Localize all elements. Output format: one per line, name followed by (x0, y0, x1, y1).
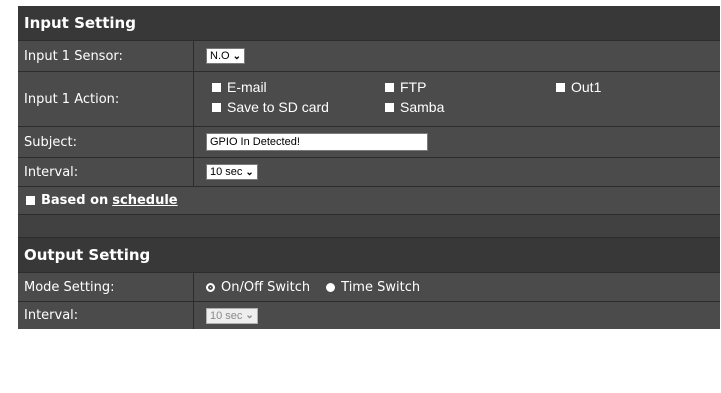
subject-label: Subject: (18, 127, 194, 157)
save-to-sd-card-checkbox[interactable]: Save to SD card (212, 99, 329, 115)
email-checkbox-label: E-mail (227, 79, 267, 95)
output-interval-select-value: 10 sec (210, 309, 243, 322)
output-interval-select[interactable]: 10 sec ⌄ (206, 307, 258, 324)
input-interval-value-cell: 10 sec ⌄ (194, 158, 720, 186)
input-action-label: Input 1 Action: (18, 72, 194, 126)
chevron-down-icon: ⌄ (232, 50, 241, 62)
checkbox-icon[interactable] (556, 82, 565, 92)
output-interval-label: Interval: (18, 302, 194, 329)
checkbox-icon[interactable] (385, 82, 394, 92)
save-to-sd-card-checkbox-label: Save to SD card (227, 99, 329, 115)
subject-row: Subject: GPIO In Detected! (18, 126, 720, 157)
radio-icon[interactable] (206, 282, 215, 292)
schedule-row: Based on schedule (18, 186, 720, 214)
input-interval-select[interactable]: 10 sec ⌄ (206, 164, 258, 180)
subject-input[interactable]: GPIO In Detected! (206, 133, 428, 151)
input-sensor-row: Input 1 Sensor: N.O ⌄ (18, 40, 720, 71)
input-action-checkbox-group: E-mail FTP Out1 Save to SD card Samba (194, 72, 720, 126)
checkbox-icon[interactable] (26, 196, 35, 205)
input-setting-header: Input Setting (18, 6, 720, 40)
on-off-switch-label: On/Off Switch (221, 279, 311, 295)
out1-checkbox-label: Out1 (571, 79, 602, 95)
on-off-switch-radio[interactable]: On/Off Switch (206, 280, 310, 295)
chevron-down-icon: ⌄ (245, 166, 254, 178)
input-sensor-select-value: N.O (210, 50, 230, 62)
mode-setting-label: Mode Setting: (18, 273, 194, 301)
output-setting-title: Output Setting (24, 246, 151, 264)
input-sensor-value-cell: N.O ⌄ (194, 41, 720, 71)
input-action-value-cell: E-mail FTP Out1 Save to SD card Samba (194, 72, 720, 126)
radio-icon[interactable] (326, 282, 336, 292)
checkbox-icon[interactable] (385, 102, 394, 112)
settings-panel: Input Setting Input 1 Sensor: N.O ⌄ Inpu… (18, 6, 720, 378)
input-sensor-select[interactable]: N.O ⌄ (206, 48, 245, 64)
output-interval-value-cell: 10 sec ⌄ (194, 302, 720, 329)
section-spacer (18, 214, 720, 237)
input-interval-label: Interval: (18, 158, 194, 186)
time-switch-label: Time Switch (341, 279, 421, 295)
subject-value-cell: GPIO In Detected! (194, 127, 720, 157)
chevron-down-icon: ⌄ (245, 310, 254, 321)
input-interval-row: Interval: 10 sec ⌄ (18, 157, 720, 186)
checkbox-icon[interactable] (212, 102, 221, 112)
mode-setting-value-cell: On/Off Switch Time Switch (194, 273, 720, 301)
samba-checkbox-label: Samba (400, 99, 445, 115)
checkbox-icon[interactable] (212, 82, 221, 92)
schedule-prefix: Based on (41, 193, 109, 208)
output-setting-header: Output Setting (18, 237, 720, 272)
input-interval-select-value: 10 sec (210, 166, 243, 178)
email-checkbox[interactable]: E-mail (212, 79, 267, 95)
time-switch-radio[interactable]: Time Switch (326, 280, 420, 295)
output-interval-row: Interval: 10 sec ⌄ (18, 301, 720, 329)
mode-setting-row: Mode Setting: On/Off Switch Time Switch (18, 272, 720, 301)
out1-checkbox[interactable]: Out1 (556, 79, 601, 95)
ftp-checkbox[interactable]: FTP (385, 79, 426, 95)
input-sensor-label: Input 1 Sensor: (18, 41, 194, 71)
samba-checkbox[interactable]: Samba (385, 99, 444, 115)
input-action-row: Input 1 Action: E-mail FTP Out1 Save to … (18, 71, 720, 126)
ftp-checkbox-label: FTP (400, 79, 427, 95)
schedule-link[interactable]: schedule (112, 193, 177, 208)
input-setting-title: Input Setting (24, 14, 136, 32)
